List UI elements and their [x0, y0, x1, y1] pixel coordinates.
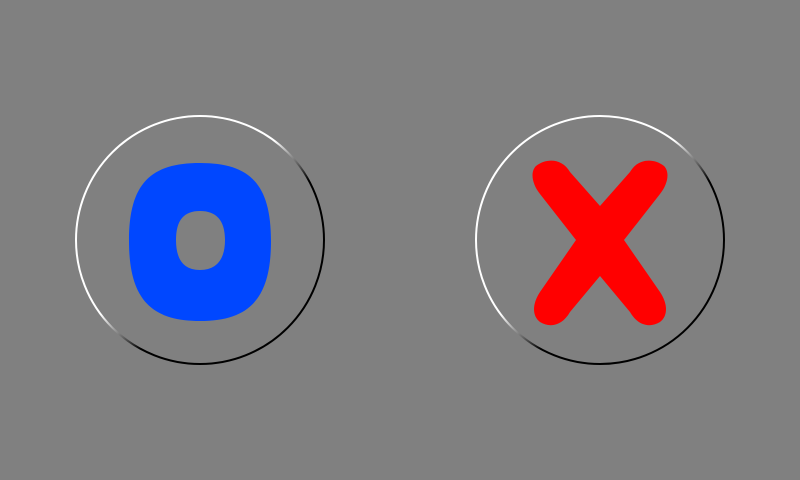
choose-o-button[interactable]	[74, 114, 326, 366]
choose-x-button[interactable]	[474, 114, 726, 366]
o-symbol-icon	[129, 163, 271, 321]
x-symbol-icon	[532, 160, 668, 326]
game-board	[0, 0, 800, 480]
choose-x-ring	[475, 115, 725, 365]
choose-o-ring	[75, 115, 325, 365]
